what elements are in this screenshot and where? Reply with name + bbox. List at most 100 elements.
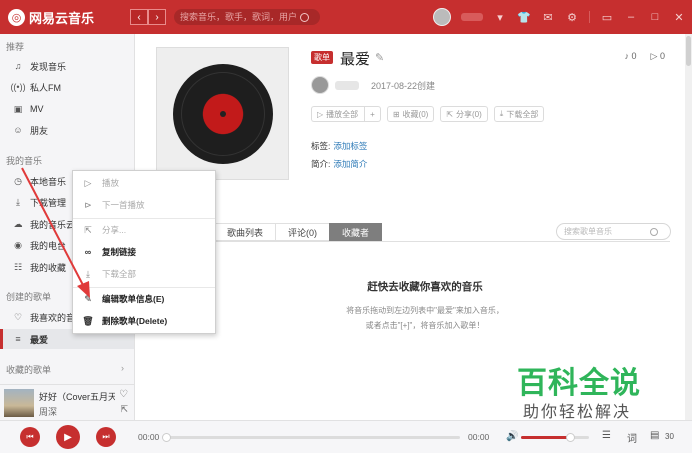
chevron-right-icon[interactable]: › xyxy=(121,363,124,373)
settings-icon[interactable]: ⚙ xyxy=(565,10,579,24)
music-note-icon: ♪ xyxy=(624,51,630,61)
tags-label: 标签: xyxy=(311,141,331,151)
playlist-queue-icon[interactable]: ▤ xyxy=(650,430,659,441)
sidebar-item-friends[interactable]: ☺ 朋友 xyxy=(0,120,134,140)
mini-mode-icon[interactable]: ▭ xyxy=(600,10,614,24)
search-icon[interactable] xyxy=(300,12,309,22)
vinyl-center xyxy=(220,111,226,117)
main-scrollbar[interactable] xyxy=(685,34,692,420)
play-mode-icon[interactable]: ☰ xyxy=(602,430,611,441)
play-icon: ▶ xyxy=(64,431,72,443)
progress-bar[interactable] xyxy=(162,433,460,442)
skin-icon[interactable]: 👕 xyxy=(517,10,531,24)
title-bar: ◎ 网易云音乐 ‹ › ▾ 👕 ✉ ⚙ ▭ – □ ✕ xyxy=(0,0,692,34)
app-logo[interactable]: ◎ 网易云音乐 xyxy=(8,8,94,27)
download-icon: ⤓ xyxy=(86,268,90,279)
sidebar-item-mv[interactable]: ▣ MV xyxy=(0,99,134,119)
sidebar-item-label: MV xyxy=(30,104,44,114)
ctx-item-label: 复制链接 xyxy=(102,247,137,257)
volume-fill xyxy=(521,436,570,439)
tab-comments[interactable]: 评论(0) xyxy=(275,223,331,241)
search-icon[interactable] xyxy=(650,227,658,236)
add-label: + xyxy=(370,109,375,119)
creator-avatar[interactable] xyxy=(311,76,329,94)
ctx-item-share[interactable]: ⇱ 分享... xyxy=(73,220,215,240)
edit-pencil-icon[interactable]: ✎ xyxy=(375,51,384,64)
ctx-item-label: 下一首播放 xyxy=(102,200,145,210)
play-circle-icon: ▷ xyxy=(84,177,92,188)
tab-underline xyxy=(215,241,670,242)
sidebar-item-label: 我的电台 xyxy=(30,240,67,251)
ctx-item-copy-link[interactable]: ∞ 复制链接 xyxy=(73,242,215,262)
playlist-search-input[interactable] xyxy=(564,227,650,236)
play-all-button[interactable]: ▷ 播放全部 xyxy=(311,106,365,122)
skip-next-icon: ⏭ xyxy=(102,432,110,441)
share-icon: ⇱ xyxy=(84,224,92,235)
chevron-left-icon: ‹ xyxy=(137,11,141,23)
creator-name-blurred[interactable] xyxy=(335,80,359,90)
add-tags-link[interactable]: 添加标签 xyxy=(333,141,367,151)
context-menu: ▷ 播放 ⊳ 下一首播放 ⇱ 分享... ∞ 复制链接 ⤓ 下载全部 ✎ 编辑歌单信息(E)… xyxy=(72,170,216,334)
mail-icon[interactable]: ✉ xyxy=(541,10,555,24)
caret-down-icon[interactable]: ▾ xyxy=(493,10,507,24)
sidebar-item-fm[interactable]: ((•)) 私人FM xyxy=(0,77,134,97)
previous-button[interactable]: ⏮ xyxy=(20,427,40,447)
app-title: 网易云音乐 xyxy=(29,11,95,26)
queue-count: 30 xyxy=(665,432,674,441)
next-button[interactable]: ⏭ xyxy=(96,427,116,447)
share-button[interactable]: ⇱ 分享(0) xyxy=(440,106,488,122)
playlist-cover xyxy=(156,47,289,180)
total-time: 00:00 xyxy=(468,432,490,442)
ctx-item-play-next[interactable]: ⊳ 下一首播放 xyxy=(73,195,215,215)
sidebar-item-discover[interactable]: ♫ 发现音乐 xyxy=(0,56,134,76)
maximize-icon[interactable]: □ xyxy=(648,10,662,24)
username-blurred[interactable] xyxy=(461,13,483,21)
collect-button[interactable]: ⊞ 收藏(0) xyxy=(386,106,435,122)
volume-icon[interactable]: 🔊 xyxy=(506,431,518,442)
divider xyxy=(589,11,590,23)
current-time: 00:00 xyxy=(138,432,160,442)
friends-icon: ☺ xyxy=(13,125,23,135)
minimize-icon[interactable]: – xyxy=(624,10,638,24)
volume-slider[interactable] xyxy=(521,433,589,442)
history-nav: ‹ › xyxy=(130,9,166,25)
like-heart-icon[interactable]: ♡ xyxy=(119,389,128,400)
progress-knob[interactable] xyxy=(162,433,171,442)
mv-icon: ▣ xyxy=(13,103,23,114)
folder-plus-icon: ⊞ xyxy=(392,109,400,119)
watermark-main: 百科全说 xyxy=(517,366,641,401)
search-input[interactable] xyxy=(180,12,300,22)
ctx-item-edit-info[interactable]: ✎ 编辑歌单信息(E) xyxy=(73,289,215,309)
play-button[interactable]: ▶ xyxy=(56,425,80,449)
section-title-recommend: 推荐 xyxy=(6,42,25,52)
trash-icon: 🗑 xyxy=(82,315,94,326)
add-to-queue-button[interactable]: + xyxy=(364,106,381,122)
edit-icon: ✎ xyxy=(84,293,92,304)
playlist-search xyxy=(556,223,671,240)
lyrics-icon[interactable]: 词 xyxy=(627,430,637,445)
tab-collectors[interactable]: 收藏者 xyxy=(329,223,383,241)
sidebar-item-label: 发现音乐 xyxy=(30,61,67,72)
close-icon[interactable]: ✕ xyxy=(672,10,686,24)
tab-songs[interactable]: 歌曲列表 xyxy=(214,223,277,241)
chevron-right-icon: › xyxy=(155,11,159,23)
add-intro-link[interactable]: 添加简介 xyxy=(333,159,367,169)
download-all-button[interactable]: ⤓ 下载全部 xyxy=(493,106,545,122)
share-icon[interactable]: ⇱ xyxy=(120,404,128,415)
now-playing-card[interactable]: 好好（Cover五月天） 周深 ♡ ⇱ xyxy=(0,384,134,420)
forward-button[interactable]: › xyxy=(148,9,166,25)
scroll-thumb[interactable] xyxy=(686,36,691,66)
play-count-value: 0 xyxy=(659,51,665,61)
global-search xyxy=(174,9,320,25)
back-button[interactable]: ‹ xyxy=(130,9,148,25)
ctx-item-delete-playlist[interactable]: 🗑 删除歌单(Delete) xyxy=(73,311,215,331)
play-circle-icon: ▷ xyxy=(317,109,324,119)
album-thumbnail[interactable] xyxy=(4,389,34,417)
ctx-item-play[interactable]: ▷ 播放 xyxy=(73,173,215,193)
user-avatar[interactable] xyxy=(433,8,451,26)
ctx-item-download-all[interactable]: ⤓ 下载全部 xyxy=(73,264,215,284)
section-title-my-music: 我的音乐 xyxy=(6,156,43,166)
volume-knob[interactable] xyxy=(565,433,575,442)
share-label: 分享(0) xyxy=(456,109,482,119)
netease-logo-icon: ◎ xyxy=(8,9,25,26)
